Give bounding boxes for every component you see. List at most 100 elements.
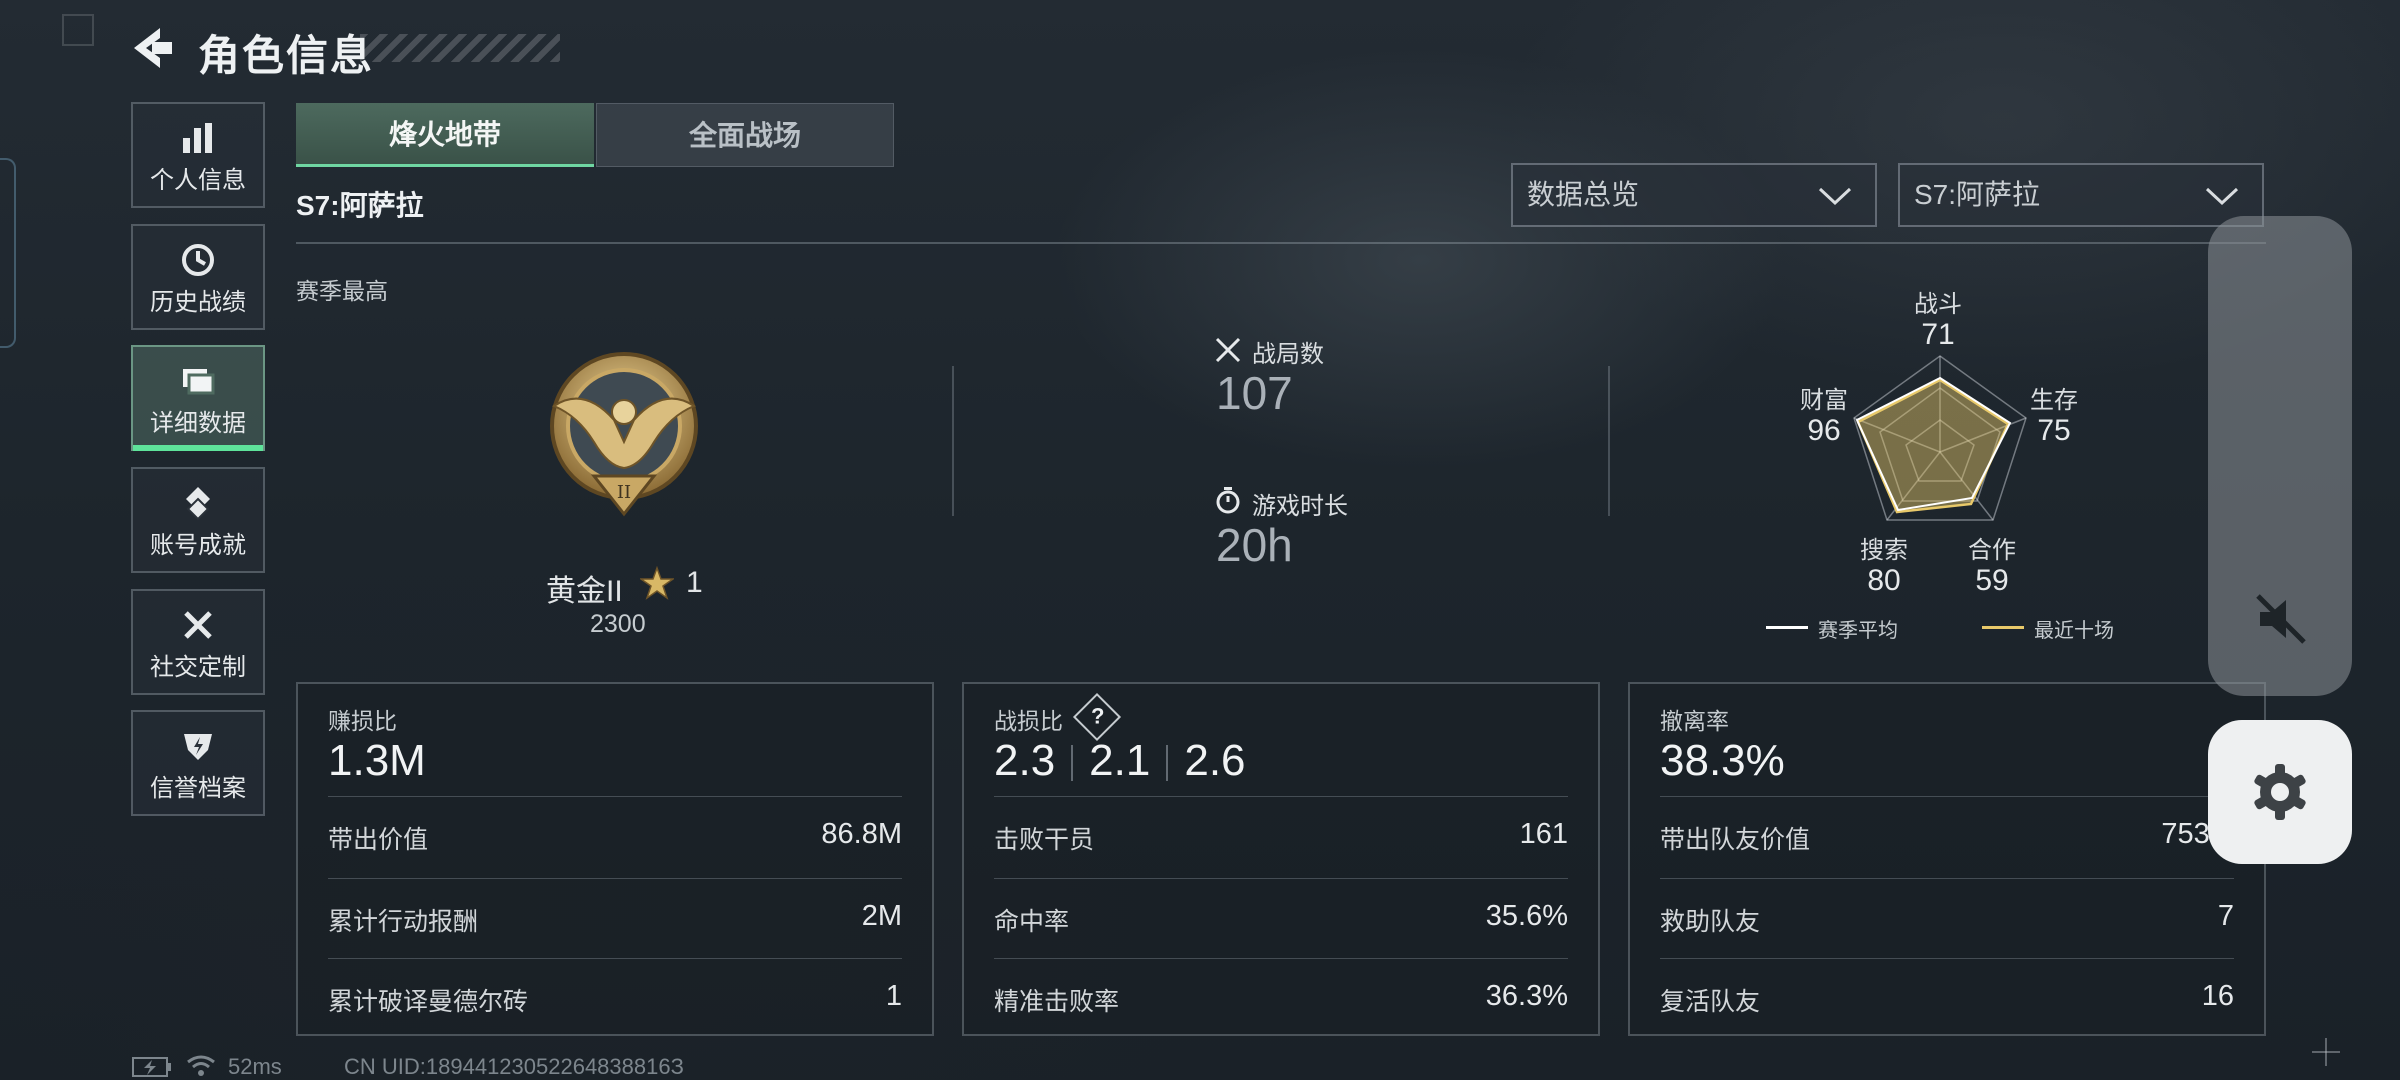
radar-axis-label: 合作 [1968,537,2016,564]
divider [994,878,1568,879]
sidebar-item-social[interactable]: 社交定制 [131,589,265,695]
tab-operations[interactable]: 烽火地带 [296,103,594,167]
row-value: 2M [861,900,902,932]
season-best-label: 赛季最高 [296,278,388,304]
divider [1608,366,1610,516]
back-arrow-icon[interactable] [130,26,174,70]
row-label: 击败干员 [994,826,1095,854]
radar-axis-value: 59 [1975,564,2009,597]
sidebar-item-label: 个人信息 [150,167,246,194]
chevron-down-icon [1818,187,1852,206]
profit-card: 赚损比 1.3M 带出价值 86.8M 累计行动报酬 2M 累计破译曼德尔砖 1 [296,682,934,1036]
divider [1071,745,1074,782]
sidebar-item-history[interactable]: 历史战绩 [131,224,265,330]
folders-icon [183,369,215,395]
row-value: 36.3% [1485,980,1568,1012]
plus-icon [2312,1038,2340,1066]
shield-icon [184,734,212,760]
volume-panel[interactable] [2208,216,2352,696]
season-title: S7:阿萨拉 [296,190,424,221]
card-title: 战损比 [994,708,1063,734]
divider [328,796,902,797]
divider [952,366,954,516]
stopwatch-icon [1216,487,1240,514]
battery-icon [132,1057,171,1077]
kd-value: 2.3 [994,736,1056,785]
help-mark: ? [1090,703,1105,729]
help-icon[interactable]: ? [1072,692,1122,742]
rank-stars: 1 [686,566,703,599]
corner-square-icon[interactable] [62,14,94,46]
radar-axis-label: 搜索 [1860,537,1908,564]
card-main-value: 1.3M [328,736,426,785]
extract-card: 撤离率 38.3% 带出队友价值 753.3 救助队友 7 复活队友 16 [1628,682,2266,1036]
uid-text: CN UID:18944123052264838816З [344,1054,684,1079]
matches-label: 战局数 [1252,341,1324,368]
legend-swatch-recent [1982,626,2024,629]
crossed-swords-icon [1215,337,1241,363]
row-label: 精准击败率 [994,988,1120,1016]
row-label: 命中率 [994,908,1070,936]
sidebar-item-label: 历史战绩 [150,289,246,316]
row-label: 复活队友 [1660,988,1761,1016]
tab-warfare[interactable]: 全面战场 [596,103,894,167]
sidebar-item-label: 详细数据 [150,410,246,437]
mute-icon[interactable] [2252,590,2310,648]
edge-handle[interactable] [0,158,16,348]
playtime-label: 游戏时长 [1252,493,1348,520]
season-dropdown[interactable]: S7:阿萨拉 [1898,163,2264,227]
overview-dropdown[interactable]: 数据总览 [1511,163,1877,227]
radar-chart [1853,355,2027,521]
divider [328,878,902,879]
legend-swatch-season-avg [1766,626,1808,629]
divider [1660,958,2234,959]
row-label: 带出队友价值 [1660,826,1811,854]
card-title: 赚损比 [328,708,397,734]
rank-name: 黄金II [546,575,623,608]
card-title: 撤离率 [1660,708,1729,734]
sidebar-item-label: 信誉档案 [150,775,246,802]
divider [1166,745,1169,782]
matches-value: 107 [1216,367,1293,419]
row-label: 救助队友 [1660,908,1761,936]
gold-rank-medal-icon: II [550,352,698,517]
card-main-value: 38.3% [1660,736,1785,785]
radar-axis-label: 战斗 [1914,291,1962,318]
radar-axis-value: 96 [1807,414,1841,447]
card-main-value: 2.3 2.1 2.6 [994,736,1246,786]
radar-axis-value: 75 [2037,414,2071,447]
rank-score: 2300 [590,610,646,638]
sidebar-item-personal-info[interactable]: 个人信息 [131,102,265,208]
page-title: 角色信息 [198,32,375,79]
svg-text:II: II [617,482,631,503]
row-label: 累计行动报酬 [328,908,479,936]
chevron-down-icon [2205,187,2239,206]
sidebar-item-detailed-data[interactable]: 详细数据 [131,345,265,451]
sidebar-item-achievements[interactable]: 账号成就 [131,467,265,573]
season-dropdown-value: S7:阿萨拉 [1914,179,2041,210]
divider [994,796,1568,797]
row-value: 7 [2217,900,2234,932]
title-decoration [360,34,560,62]
wifi-icon [187,1055,215,1076]
divider [1660,878,2234,879]
star-icon [640,566,674,600]
kd-value: 2.6 [1184,736,1246,785]
sidebar-item-label: 账号成就 [150,532,246,559]
kd-card: 战损比 ? 2.3 2.1 2.6 击败干员 161 命中率 35.6% 精准击败率… [962,682,1600,1036]
radar-axis-value: 71 [1921,318,1955,351]
legend-recent: 最近十场 [2034,620,2114,642]
overview-dropdown-value: 数据总览 [1527,179,1640,210]
divider [328,958,902,959]
settings-button[interactable] [2208,720,2352,864]
divider [296,242,2266,244]
radar-axis-label: 生存 [2030,387,2078,414]
row-value: 161 [1519,818,1568,850]
history-icon [182,244,214,276]
bar-chart-icon [183,123,212,153]
row-label: 带出价值 [328,826,429,854]
row-value: 35.6% [1485,900,1568,932]
sidebar-item-reputation[interactable]: 信誉档案 [131,710,265,816]
row-value: 86.8M [821,818,902,850]
row-label: 累计破译曼德尔砖 [328,988,529,1016]
